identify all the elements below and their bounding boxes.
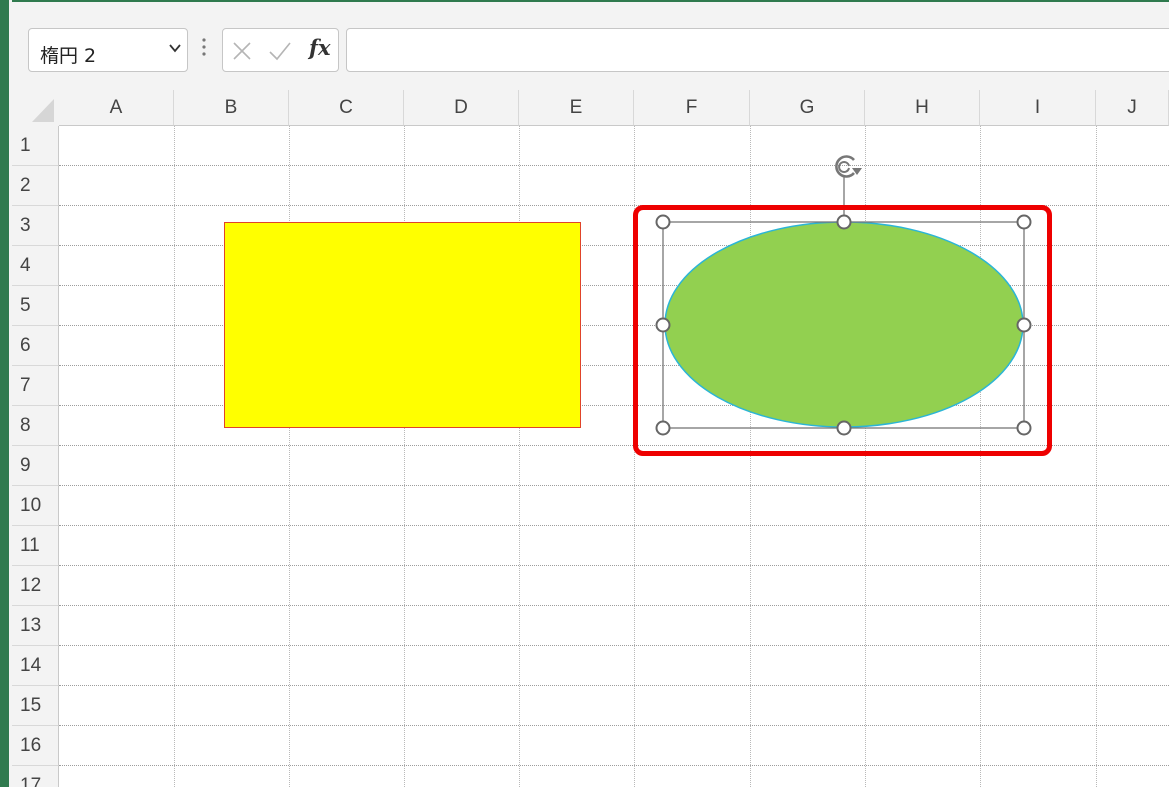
column-gridline [174,126,175,787]
column-gridline [1096,126,1097,787]
row-header-13[interactable]: 13 [12,606,59,646]
row-header-16[interactable]: 16 [12,726,59,766]
row-header-2[interactable]: 2 [12,166,59,206]
row-header-9[interactable]: 9 [12,446,59,486]
column-header-f[interactable]: F [634,90,750,126]
window-frame-left [0,0,9,787]
row-gridline [59,565,1169,566]
formula-buttons: fx [222,28,339,72]
kebab-icon[interactable] [199,36,209,64]
column-header-d[interactable]: D [404,90,519,126]
column-header-j[interactable]: J [1096,90,1169,126]
row-header-4[interactable]: 4 [12,246,59,286]
close-icon[interactable] [231,40,253,62]
column-header-c[interactable]: C [289,90,404,126]
column-header-h[interactable]: H [865,90,980,126]
row-header-1[interactable]: 1 [12,126,59,166]
row-gridline [59,485,1169,486]
row-header-11[interactable]: 11 [12,526,59,566]
chevron-down-icon[interactable] [168,41,182,55]
insert-function-button[interactable]: fx [309,35,331,60]
highlight-annotation-box [633,205,1052,456]
row-header-8[interactable]: 8 [12,406,59,446]
formula-input[interactable] [346,28,1169,72]
column-header-a[interactable]: A [59,90,174,126]
select-all-corner[interactable] [12,90,59,126]
row-header-6[interactable]: 6 [12,326,59,366]
row-header-15[interactable]: 15 [12,686,59,726]
row-header-10[interactable]: 10 [12,486,59,526]
row-header-12[interactable]: 12 [12,566,59,606]
rectangle-shape[interactable] [224,222,581,428]
column-header-i[interactable]: I [980,90,1096,126]
row-header-14[interactable]: 14 [12,646,59,686]
column-header-b[interactable]: B [174,90,289,126]
row-gridline [59,765,1169,766]
column-header-e[interactable]: E [519,90,634,126]
row-header-7[interactable]: 7 [12,366,59,406]
check-icon[interactable] [268,40,292,62]
row-header-17[interactable]: 17 [12,766,59,787]
row-header-3[interactable]: 3 [12,206,59,246]
name-box-value[interactable]: 楕円 2 [40,41,96,68]
row-gridline [59,165,1169,166]
row-gridline [59,725,1169,726]
row-gridline [59,685,1169,686]
row-header-5[interactable]: 5 [12,286,59,326]
row-gridline [59,605,1169,606]
column-header-g[interactable]: G [750,90,865,126]
row-gridline [59,525,1169,526]
row-gridline [59,645,1169,646]
name-box[interactable]: 楕円 2 [28,28,188,72]
